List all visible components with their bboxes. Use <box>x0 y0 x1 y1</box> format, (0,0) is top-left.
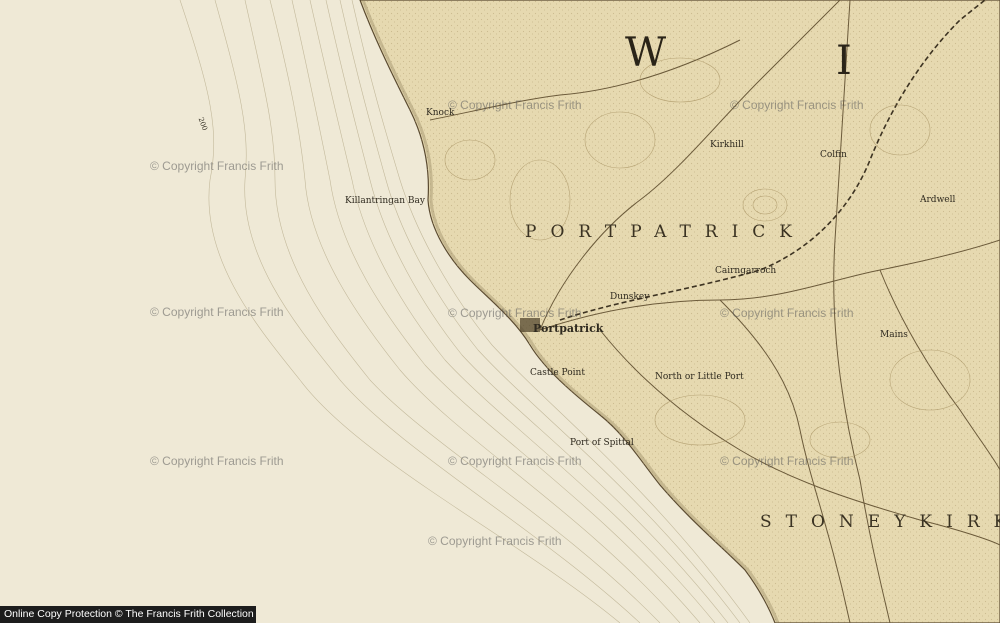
watermark-5: © Copyright Francis Frith <box>448 98 582 112</box>
watermark-1: © Copyright Francis Frith <box>150 159 284 173</box>
district-label-w: W <box>625 30 669 76</box>
watermark-4: © Copyright Francis Frith <box>428 534 562 548</box>
watermark-6: © Copyright Francis Frith <box>448 306 582 320</box>
place-colfin: Colfin <box>820 150 847 160</box>
watermark-2: © Copyright Francis Frith <box>150 305 284 319</box>
district-label-portpatrick: PORTPATRICK <box>525 222 807 242</box>
watermark-9: © Copyright Francis Frith <box>720 454 854 468</box>
place-port-of-spittal: Port of Spittal <box>570 438 634 448</box>
place-castle-point: Castle Point <box>530 368 585 378</box>
place-cairngarroch: Cairngarroch <box>715 266 777 276</box>
watermark-8: © Copyright Francis Frith <box>720 306 854 320</box>
watermark-10: © Copyright Francis Frith <box>730 98 864 112</box>
watermark-3: © Copyright Francis Frith <box>150 454 284 468</box>
place-mains: Mains <box>880 330 908 340</box>
place-portpatrick: Portpatrick <box>533 322 604 335</box>
district-label-i: I <box>836 38 854 84</box>
map-canvas[interactable]: W I PORTPATRICK STONEYKIRK Portpatrick K… <box>0 0 1000 623</box>
place-killantringan: Killantringan Bay <box>345 196 425 206</box>
place-north-little-port: North or Little Port <box>655 372 744 382</box>
place-dunskey: Dunskey <box>610 292 650 302</box>
place-kirkhill: Kirkhill <box>710 140 744 150</box>
watermark-7: © Copyright Francis Frith <box>448 454 582 468</box>
place-ardwell: Ardwell <box>920 195 956 205</box>
copy-protection-footer: Online Copy Protection © The Francis Fri… <box>0 606 256 623</box>
district-label-stoneykirk: STONEYKIRK <box>760 512 1000 532</box>
